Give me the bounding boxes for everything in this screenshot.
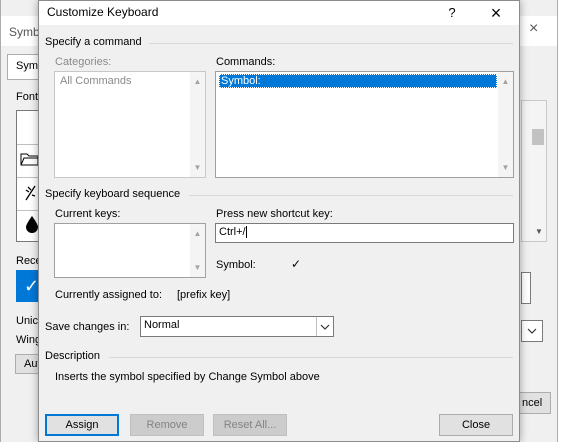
dropdown-button[interactable] bbox=[316, 317, 333, 336]
font-label: Font bbox=[16, 91, 39, 103]
close-button[interactable]: Close bbox=[439, 414, 513, 436]
currently-assigned-value: [prefix key] bbox=[177, 289, 231, 301]
chevron-down-icon[interactable]: ▼ bbox=[498, 160, 513, 175]
commands-scrollbar[interactable]: ▲ ▼ bbox=[498, 72, 513, 177]
close-icon[interactable]: × bbox=[482, 1, 510, 25]
currently-assigned-label: Currently assigned to: bbox=[55, 289, 162, 301]
help-button[interactable]: ? bbox=[438, 1, 466, 25]
chevron-down-icon bbox=[320, 324, 330, 330]
chevron-down-icon[interactable]: ▼ bbox=[190, 260, 205, 275]
chevron-down-icon: ▼ bbox=[535, 227, 543, 236]
symbol-dialog-close-icon[interactable]: × bbox=[529, 20, 538, 38]
shortcut-box-edge bbox=[521, 272, 531, 304]
new-shortcut-input[interactable]: Ctrl+/ bbox=[215, 223, 514, 243]
current-keys-label: Current keys: bbox=[55, 208, 121, 220]
dialog-title: Customize Keyboard bbox=[47, 5, 159, 19]
reset-all-button[interactable]: Reset All... bbox=[213, 414, 287, 436]
group-divider bbox=[149, 43, 513, 44]
categories-list[interactable]: All Commands ▲ ▼ bbox=[54, 71, 206, 178]
from-dropdown[interactable] bbox=[521, 320, 543, 342]
dialog-titlebar: Customize Keyboard ? × bbox=[39, 1, 519, 25]
save-changes-value: Normal bbox=[144, 319, 180, 331]
group-divider bbox=[189, 195, 513, 196]
chevron-up-icon[interactable]: ▲ bbox=[190, 226, 205, 241]
commands-label: Commands: bbox=[216, 56, 276, 68]
current-keys-list[interactable]: ▲ ▼ bbox=[54, 223, 206, 278]
chevron-down-icon bbox=[527, 328, 537, 334]
new-shortcut-label: Press new shortcut key: bbox=[216, 208, 333, 220]
checkmark-icon: ✓ bbox=[24, 276, 40, 296]
chevron-up-icon[interactable]: ▲ bbox=[190, 74, 205, 89]
categories-scrollbar[interactable]: ▲ ▼ bbox=[190, 72, 205, 177]
list-item[interactable]: All Commands bbox=[58, 74, 189, 88]
specify-command-group-label: Specify a command bbox=[45, 36, 142, 48]
symbol-preview: ✓ bbox=[291, 257, 302, 271]
customize-keyboard-dialog: Customize Keyboard ? × Specify a command… bbox=[38, 0, 520, 442]
folder-icon bbox=[20, 153, 40, 166]
droplet-icon bbox=[26, 216, 38, 233]
list-item-selected[interactable]: Symbol: bbox=[219, 74, 497, 88]
symbol-dialog-title: Symb bbox=[9, 25, 40, 39]
assign-button[interactable]: Assign bbox=[45, 414, 119, 436]
current-keys-scrollbar[interactable]: ▲ ▼ bbox=[190, 224, 205, 277]
save-changes-dropdown[interactable]: Normal bbox=[140, 316, 334, 337]
chevron-up-icon[interactable]: ▲ bbox=[498, 74, 513, 89]
description-text: Inserts the symbol specified by Change S… bbox=[55, 371, 320, 383]
commands-list[interactable]: Symbol: ▲ ▼ bbox=[215, 71, 514, 178]
categories-label: Categories: bbox=[55, 56, 112, 68]
description-group-label: Description bbox=[45, 350, 101, 362]
save-changes-label: Save changes in: bbox=[45, 321, 130, 333]
unicode-name-label: Unic bbox=[16, 315, 39, 327]
remove-button[interactable]: Remove bbox=[130, 414, 204, 436]
keyboard-sequence-group-label: Specify keyboard sequence bbox=[45, 188, 181, 200]
chevron-down-icon[interactable]: ▼ bbox=[190, 160, 205, 175]
cancel-button-label: ncel bbox=[522, 397, 543, 409]
new-shortcut-value: Ctrl+/ bbox=[219, 226, 246, 238]
symbol-label: Symbol: bbox=[216, 259, 256, 271]
text-caret bbox=[245, 226, 247, 239]
feather-icon bbox=[25, 185, 36, 201]
symbol-grid-scrollbar[interactable]: ▼ bbox=[521, 100, 547, 242]
group-divider bbox=[109, 357, 513, 358]
